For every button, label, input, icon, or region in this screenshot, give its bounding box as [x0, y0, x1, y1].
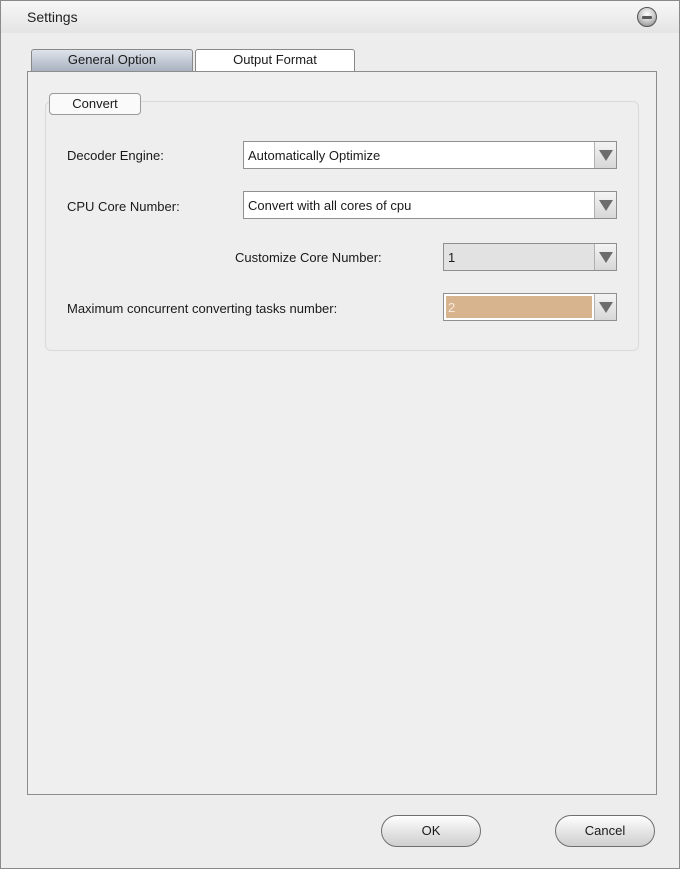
chevron-down-icon[interactable]: [594, 142, 616, 168]
max-concurrent-tasks-value: 2: [448, 300, 456, 315]
cpu-core-number-select[interactable]: Convert with all cores of cpu: [243, 191, 617, 219]
window-title: Settings: [27, 9, 78, 25]
cpu-core-number-label: CPU Core Number:: [67, 199, 180, 214]
chevron-down-icon[interactable]: [594, 294, 616, 320]
close-icon[interactable]: [637, 7, 657, 27]
cancel-button[interactable]: Cancel: [555, 815, 655, 847]
settings-window: Settings General Option Output Format Co…: [0, 0, 680, 869]
max-concurrent-tasks-select[interactable]: 2: [443, 293, 617, 321]
decoder-engine-label: Decoder Engine:: [67, 148, 164, 163]
tab-general-option[interactable]: General Option: [31, 49, 193, 71]
max-concurrent-tasks-label: Maximum concurrent converting tasks numb…: [67, 301, 338, 316]
chevron-down-icon[interactable]: [594, 244, 616, 270]
selection-highlight: [446, 296, 592, 318]
cpu-core-number-value: Convert with all cores of cpu: [248, 198, 412, 213]
title-bar: Settings: [1, 1, 679, 33]
customize-core-number-select[interactable]: 1: [443, 243, 617, 271]
decoder-engine-value: Automatically Optimize: [248, 148, 381, 163]
customize-core-number-label: Customize Core Number:: [235, 250, 382, 265]
tab-output-format[interactable]: Output Format: [195, 49, 355, 71]
decoder-engine-select[interactable]: Automatically Optimize: [243, 141, 617, 169]
customize-core-number-value: 1: [448, 250, 456, 265]
chevron-down-icon[interactable]: [594, 192, 616, 218]
convert-group-title: Convert: [49, 93, 141, 115]
ok-button[interactable]: OK: [381, 815, 481, 847]
